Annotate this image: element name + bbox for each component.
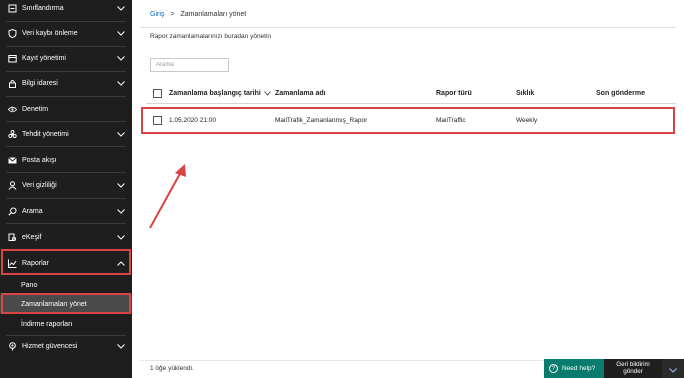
chevron-down-icon: [263, 91, 271, 96]
sidebar-item-label: eKeşif: [22, 233, 42, 241]
discovery-icon: [8, 233, 17, 242]
sidebar-item-tehdit-yonetimi[interactable]: Tehdit yönetimi: [0, 121, 132, 147]
sidebar-item-ekesif[interactable]: eKeşif: [0, 224, 132, 250]
sidebar-item-posta-akisi[interactable]: Posta akışı: [0, 147, 132, 173]
sidebar-subitem-label: İndirme raporları: [21, 320, 73, 328]
biohazard-icon: [8, 129, 17, 139]
records-icon: [8, 54, 17, 63]
sidebar-item-label: Posta akışı: [22, 156, 57, 164]
sidebar-item-denetim[interactable]: Denetim: [0, 96, 132, 122]
highlight-zamanlamalari-yonet: [1, 293, 131, 314]
sidebar-item-label: Hizmet güvencesi: [22, 342, 78, 350]
app-window: Sınıflandırma Veri kaybı önleme Kayıt yö…: [0, 0, 684, 378]
sidebar-item-siniflandirma[interactable]: Sınıflandırma: [0, 0, 132, 21]
highlight-table-row: [141, 107, 675, 134]
sidebar-item-label: Bilgi idaresi: [22, 79, 58, 87]
search-input[interactable]: [150, 58, 229, 72]
column-header-start-date[interactable]: Zamanlama başlangıç tarihi: [169, 84, 271, 103]
sidebar-subitem-pano[interactable]: Pano: [0, 276, 132, 294]
classification-icon: [8, 4, 17, 13]
sidebar-item-veri-kaybi-onleme[interactable]: Veri kaybı önleme: [0, 20, 132, 46]
sidebar-item-arama[interactable]: Arama: [0, 198, 132, 224]
highlight-raporlar: [1, 249, 131, 275]
chevron-down-icon: [114, 5, 128, 11]
sidebar-subitem-indirme-raporlari[interactable]: İndirme raporları: [0, 315, 132, 333]
feedback-button[interactable]: Geri bildirim gönder: [604, 359, 662, 378]
sidebar: Sınıflandırma Veri kaybı önleme Kayıt yö…: [0, 0, 132, 378]
feedback-label-line2: gönder: [623, 367, 643, 375]
sidebar-subitem-label: Pano: [21, 281, 38, 289]
shield-icon: [8, 28, 17, 38]
search-icon: [8, 207, 17, 216]
header-divider: [140, 27, 676, 28]
column-header-frequency[interactable]: Sıklık: [516, 84, 534, 103]
column-header-name[interactable]: Zamanlama adı: [275, 84, 326, 103]
sidebar-item-label: Veri gizliliği: [22, 181, 57, 189]
sidebar-item-hizmet-guvencesi[interactable]: Hizmet güvencesi: [0, 333, 132, 359]
breadcrumb-separator: >: [170, 11, 175, 18]
chevron-down-icon: [114, 182, 128, 188]
help-icon: ?: [549, 364, 558, 373]
feedback-expand-button[interactable]: [662, 359, 684, 378]
need-help-button[interactable]: ? Need help?: [544, 359, 604, 378]
chevron-down-icon: [114, 234, 128, 240]
chevron-down-icon: [114, 343, 128, 349]
chevron-down-icon: [114, 131, 128, 137]
eye-icon: [8, 105, 17, 114]
select-all-checkbox[interactable]: [153, 89, 162, 98]
chevron-down-icon: [114, 80, 128, 86]
sidebar-item-kayit-yonetimi[interactable]: Kayıt yönetimi: [0, 45, 132, 71]
chevron-down-icon: [114, 208, 128, 214]
main-content: Giriş > Zamanlamaları yönet Rapor zamanl…: [132, 0, 684, 378]
column-header-type[interactable]: Rapor türü: [436, 84, 472, 103]
chevron-down-icon: [114, 30, 128, 36]
sidebar-item-label: Denetim: [22, 105, 49, 113]
sidebar-item-bilgi-idaresi[interactable]: Bilgi idaresi: [0, 70, 132, 96]
breadcrumb-home-link[interactable]: Giriş: [150, 11, 164, 18]
chevron-down-icon: [669, 360, 677, 378]
column-header-label: Zamanlama başlangıç tarihi: [169, 90, 261, 97]
page-subtitle: Rapor zamanlamalarınızı buradan yönetin: [150, 33, 272, 40]
chevron-down-icon: [114, 55, 128, 61]
person-icon: [8, 180, 17, 190]
lock-icon: [8, 79, 17, 88]
sidebar-item-label: Veri kaybı önleme: [22, 29, 78, 37]
service-icon: [8, 341, 17, 351]
sidebar-item-label: Arama: [22, 207, 43, 215]
column-header-last-sent[interactable]: Son gönderme: [596, 84, 645, 103]
status-text: 1 öğe yüklendi.: [150, 365, 194, 372]
sidebar-item-label: Kayıt yönetimi: [22, 54, 66, 62]
sidebar-item-label: Tehdit yönetimi: [22, 130, 69, 138]
need-help-label: Need help?: [562, 365, 596, 372]
table-header: Zamanlama başlangıç tarihi Zamanlama adı…: [146, 84, 676, 104]
breadcrumb: Giriş > Zamanlamaları yönet: [150, 11, 246, 18]
sidebar-item-veri-gizliligi[interactable]: Veri gizliliği: [0, 172, 132, 198]
breadcrumb-current: Zamanlamaları yönet: [180, 11, 247, 18]
sidebar-item-label: Sınıflandırma: [22, 4, 64, 12]
mail-icon: [8, 156, 17, 165]
